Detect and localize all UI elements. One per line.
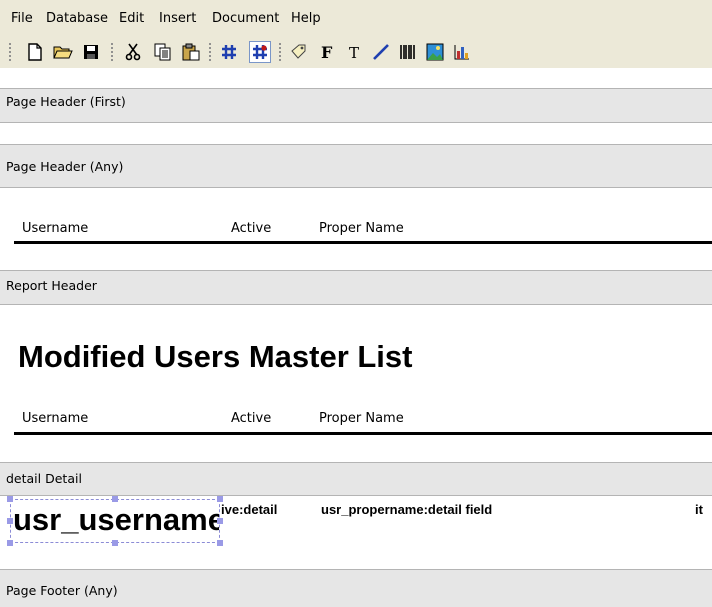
open-folder-icon[interactable] bbox=[52, 41, 74, 63]
resize-handle[interactable] bbox=[7, 496, 13, 502]
column-label-active[interactable]: Active bbox=[231, 221, 271, 236]
menu-document[interactable]: Document bbox=[212, 11, 279, 26]
band-header-page-footer-any[interactable]: Page Footer (Any) bbox=[0, 569, 712, 607]
band-header-page-header-first[interactable]: Page Header (First) bbox=[0, 88, 712, 122]
toolbar: F T bbox=[0, 36, 712, 69]
paste-icon[interactable] bbox=[180, 41, 202, 63]
line-icon[interactable] bbox=[370, 41, 392, 63]
column-label-username[interactable]: Username bbox=[22, 221, 88, 236]
resize-handle[interactable] bbox=[217, 540, 223, 546]
menu-insert[interactable]: Insert bbox=[159, 11, 196, 26]
new-document-icon[interactable] bbox=[24, 41, 46, 63]
band-header-report-header[interactable]: Report Header bbox=[0, 270, 712, 304]
field-usr-propername[interactable]: usr_propername:detail field bbox=[321, 502, 492, 517]
resize-handle[interactable] bbox=[217, 518, 223, 524]
column-label-active[interactable]: Active bbox=[231, 411, 271, 426]
band-label: Page Footer (Any) bbox=[6, 583, 118, 598]
toolbar-grip[interactable] bbox=[8, 42, 12, 62]
copy-icon[interactable] bbox=[152, 41, 174, 63]
text-icon[interactable]: T bbox=[343, 41, 365, 63]
resize-handle[interactable] bbox=[112, 540, 118, 546]
selected-field-box[interactable]: usr_username bbox=[10, 499, 220, 543]
field-active[interactable]: ive:detail bbox=[221, 502, 277, 517]
band-label: detail Detail bbox=[6, 471, 82, 486]
menu-edit[interactable]: Edit bbox=[119, 11, 144, 26]
field-truncated[interactable]: it bbox=[695, 502, 703, 517]
report-title[interactable]: Modified Users Master List bbox=[18, 339, 412, 375]
svg-text:T: T bbox=[349, 44, 359, 60]
horizontal-rule-line[interactable] bbox=[14, 241, 712, 244]
band-label: Report Header bbox=[6, 278, 97, 293]
toolbar-grip[interactable] bbox=[278, 42, 282, 62]
save-icon[interactable] bbox=[80, 41, 102, 63]
column-label-proper-name[interactable]: Proper Name bbox=[319, 411, 404, 426]
resize-handle[interactable] bbox=[112, 496, 118, 502]
cut-icon[interactable] bbox=[122, 41, 144, 63]
snap-to-grid-icon[interactable] bbox=[249, 41, 271, 63]
svg-text:F: F bbox=[321, 44, 333, 60]
band-header-detail[interactable]: detail Detail bbox=[0, 462, 712, 495]
band-label: Page Header (First) bbox=[6, 94, 126, 109]
band-body-page-header-any[interactable]: Username Active Proper Name bbox=[0, 187, 712, 270]
menu-file[interactable]: File bbox=[11, 11, 33, 26]
column-label-username[interactable]: Username bbox=[22, 411, 88, 426]
grid-icon[interactable] bbox=[218, 41, 240, 63]
menu-bar: File Database Edit Insert Document Help bbox=[0, 0, 712, 37]
image-icon[interactable] bbox=[424, 41, 446, 63]
chart-icon[interactable] bbox=[451, 41, 473, 63]
toolbar-grip[interactable] bbox=[110, 42, 114, 62]
resize-handle[interactable] bbox=[7, 518, 13, 524]
column-label-proper-name[interactable]: Proper Name bbox=[319, 221, 404, 236]
resize-handle[interactable] bbox=[7, 540, 13, 546]
menu-help[interactable]: Help bbox=[291, 11, 321, 26]
horizontal-rule-line[interactable] bbox=[14, 432, 712, 435]
field-usr-username[interactable]: usr_username bbox=[13, 502, 219, 538]
menu-database[interactable]: Database bbox=[46, 11, 108, 26]
band-body-page-header-first[interactable] bbox=[0, 122, 712, 145]
band-label: Page Header (Any) bbox=[6, 159, 124, 174]
band-body-report-header[interactable]: Modified Users Master List Username Acti… bbox=[0, 304, 712, 463]
barcode-icon[interactable] bbox=[397, 41, 419, 63]
label-tag-icon[interactable] bbox=[288, 41, 310, 63]
toolbar-grip[interactable] bbox=[208, 42, 212, 62]
band-header-page-header-any[interactable]: Page Header (Any) bbox=[0, 144, 712, 187]
band-body-detail[interactable]: usr_username ive:detail usr_propername:d… bbox=[0, 495, 712, 570]
field-icon[interactable]: F bbox=[316, 41, 338, 63]
